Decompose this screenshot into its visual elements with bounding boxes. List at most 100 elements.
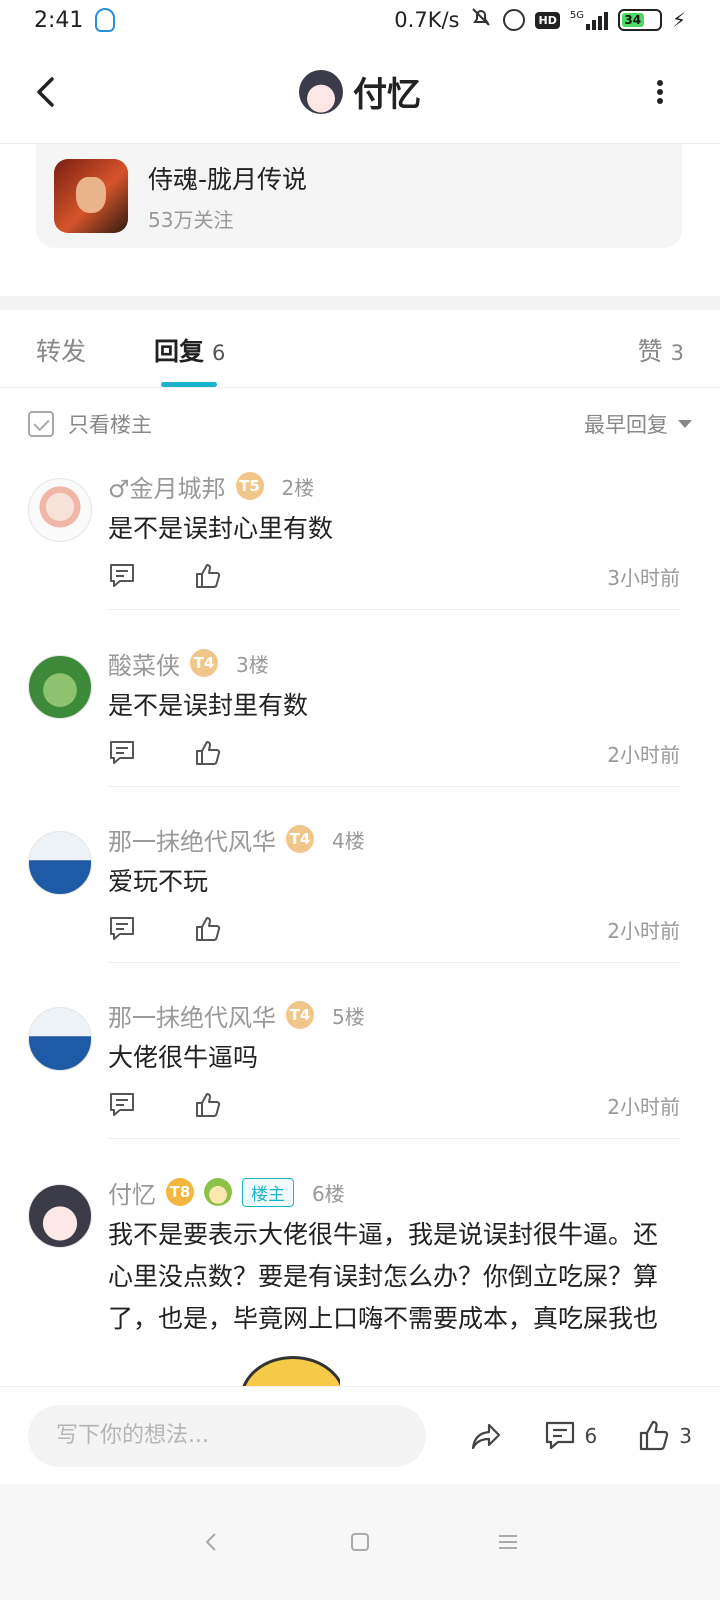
share-icon <box>471 1423 500 1449</box>
like-button[interactable]: 3 <box>637 1419 692 1453</box>
avatar[interactable] <box>28 655 92 719</box>
battery-icon: 34 <box>617 9 662 31</box>
comment-text: 是不是误封里有数 <box>108 691 309 720</box>
nav-home-icon[interactable] <box>349 1531 371 1553</box>
section-divider <box>0 296 720 310</box>
like-count: 3 <box>679 1423 692 1448</box>
comment-icon <box>545 1421 574 1449</box>
comment-input[interactable] <box>28 1404 426 1467</box>
comment-text: 是不是误封心里有数 <box>108 514 334 543</box>
chevron-left-icon <box>37 77 54 107</box>
status-bar: 2:41 0.7K/s HD 5G 34 ⚡ <box>0 0 720 40</box>
tab-count: 6 <box>212 341 226 365</box>
reply-icon[interactable] <box>108 739 136 767</box>
reply-icon[interactable] <box>108 915 136 943</box>
caret-down-icon <box>678 420 692 428</box>
tab-bar: 转发 回复 6 赞 3 <box>0 310 720 388</box>
alarm-icon <box>503 9 526 31</box>
sticker-image <box>200 1352 340 1388</box>
hd-icon: HD <box>535 11 560 29</box>
reply-icon[interactable] <box>108 562 136 590</box>
comment-text: 大佬很牛逼吗 <box>108 1043 259 1072</box>
game-icon <box>54 159 128 233</box>
network-type: 5G <box>569 10 584 21</box>
signal-icon: 5G <box>570 10 608 30</box>
tab-label: 赞 <box>637 337 663 366</box>
thumbs-up-icon[interactable] <box>194 1091 222 1119</box>
avatar <box>299 69 343 114</box>
floor-number: 6楼 <box>312 1181 345 1206</box>
comment-text: 我不是要表示大佬很牛逼，我是说误封很牛逼。还心里没点数？要是有误封怎么办？你倒立… <box>108 1220 659 1333</box>
thumbs-up-icon <box>640 1420 669 1450</box>
status-time: 2:41 <box>34 7 84 33</box>
divider <box>108 962 680 963</box>
mute-icon <box>469 5 493 35</box>
commenter-name[interactable]: ♂金月城邦 <box>108 469 226 504</box>
thumbs-up-icon[interactable] <box>194 915 222 943</box>
tab-like[interactable]: 赞 3 <box>638 332 684 368</box>
level-badge: T8 <box>166 1178 194 1206</box>
nav-menu-icon[interactable] <box>497 1531 519 1553</box>
avatar[interactable] <box>28 1184 92 1248</box>
level-badge: T4 <box>190 649 218 677</box>
comment-count: 6 <box>584 1423 598 1448</box>
tab-label: 转发 <box>36 337 87 366</box>
owner-only-label[interactable]: 只看楼主 <box>68 409 152 439</box>
filter-row: 只看楼主 最早回复 <box>0 398 720 450</box>
status-icons: 0.7K/s HD 5G 34 ⚡ <box>394 5 686 35</box>
qq-icon <box>95 8 116 32</box>
tab-count: 3 <box>670 341 684 365</box>
tab-label: 回复 <box>154 337 205 366</box>
divider <box>108 609 680 610</box>
comment-bar: 6 3 <box>0 1386 720 1484</box>
nav-back-icon[interactable] <box>201 1531 223 1553</box>
thumbs-up-icon[interactable] <box>194 562 222 590</box>
floor-number: 4楼 <box>332 828 365 853</box>
level-badge: T5 <box>235 472 264 500</box>
avatar[interactable] <box>28 1007 92 1071</box>
header-user[interactable]: 付忆 <box>299 67 421 116</box>
level-badge: T4 <box>286 1001 314 1029</box>
reply-icon[interactable] <box>108 1091 136 1119</box>
avatar[interactable] <box>28 478 92 542</box>
comment-time: 2小时前 <box>607 1094 680 1119</box>
owner-badge: 楼主 <box>242 1177 294 1207</box>
share-button[interactable] <box>469 1419 503 1453</box>
comment-text: 爱玩不玩 <box>108 867 209 896</box>
battery-level: 34 <box>621 13 644 27</box>
tab-forward[interactable]: 转发 <box>36 332 86 368</box>
charging-icon: ⚡ <box>671 8 686 32</box>
pendant-badge-icon <box>204 1178 232 1206</box>
community-card[interactable]: 侍魂-胧月传说 53万关注 <box>36 144 682 248</box>
divider <box>108 1138 680 1139</box>
level-badge: T4 <box>286 825 314 853</box>
floor-number: 2楼 <box>281 475 315 500</box>
commenter-name[interactable]: 那一抹绝代风华 <box>108 998 276 1033</box>
more-options-button[interactable] <box>648 80 672 104</box>
floor-number: 3楼 <box>236 652 269 677</box>
tab-reply[interactable]: 回复 6 <box>154 332 225 368</box>
back-button[interactable] <box>26 72 66 112</box>
floor-number: 5楼 <box>332 1004 365 1029</box>
commenter-name[interactable]: 付忆 <box>108 1175 156 1210</box>
more-dot-icon <box>657 89 663 95</box>
more-dot-icon <box>657 98 663 104</box>
more-dot-icon <box>657 80 663 86</box>
commenter-name[interactable]: 酸菜侠 <box>108 646 180 681</box>
thumbs-up-icon[interactable] <box>194 739 222 767</box>
top-header: 付忆 <box>0 40 720 144</box>
comment-time: 3小时前 <box>607 565 680 590</box>
owner-only-checkbox[interactable] <box>28 411 54 437</box>
active-tab-indicator <box>161 382 217 387</box>
divider <box>108 786 680 787</box>
comment-time: 2小时前 <box>607 918 680 943</box>
page-title: 付忆 <box>353 75 421 115</box>
comments-button[interactable]: 6 <box>543 1419 598 1453</box>
avatar[interactable] <box>28 831 92 895</box>
comment-time: 2小时前 <box>607 742 680 767</box>
system-nav-bar <box>0 1484 720 1600</box>
sort-dropdown[interactable]: 最早回复 <box>584 409 692 439</box>
commenter-name[interactable]: 那一抹绝代风华 <box>108 822 276 857</box>
network-speed: 0.7K/s <box>394 8 460 32</box>
community-followers: 53万关注 <box>148 207 234 232</box>
